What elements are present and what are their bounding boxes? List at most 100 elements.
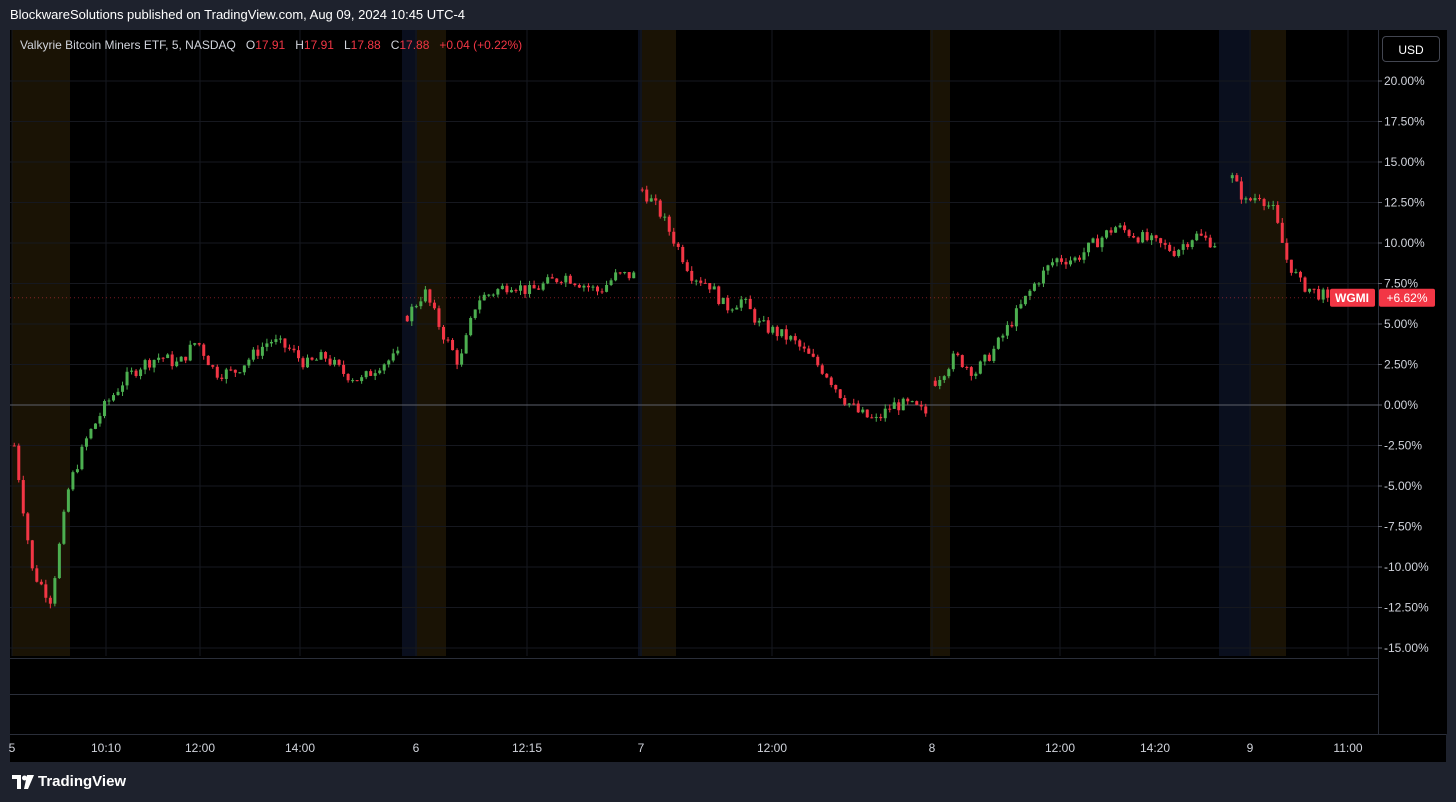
candle-body [12,445,16,447]
session-shade-band [930,30,950,656]
candle-body [1150,235,1154,241]
candle-body [983,354,987,362]
candle-body [260,346,264,356]
candle-body [919,404,923,407]
candle-body [681,246,685,263]
candle-body [586,285,590,288]
candle-body [947,369,951,377]
legend-open-value: 17.91 [255,38,286,52]
candle-body [355,380,359,382]
candle-body [667,216,671,232]
candle-body [432,302,436,309]
candle-body [744,298,748,300]
candle-body [1032,283,1036,291]
candle-body [528,285,532,294]
candle-body [405,315,409,322]
candle-body [382,364,386,371]
candle-body [229,369,233,371]
candle-body [396,350,400,354]
candle-body [1059,258,1063,262]
y-tick-label: 5.00% [1384,317,1418,331]
candle-body [825,373,829,378]
candle-body [487,294,491,296]
y-tick-label: -5.00% [1384,479,1422,493]
candle-body [496,289,500,295]
last-value-label: +6.62% [1386,291,1427,305]
candle-body [419,301,423,307]
candle-body [1285,242,1289,260]
candle-body [694,280,698,282]
candle-body [188,344,192,361]
y-tick-label: 12.50% [1384,196,1425,210]
candle-body [161,357,165,359]
candle-body [730,309,734,311]
candle-body [654,198,658,201]
candle-body [1294,271,1298,273]
candlestick-chart[interactable]: 20.00% 17.50% 15.00% 12.50% 10.00% 7.50% 5.00%… [0,0,1456,802]
candle-body [1258,198,1262,200]
candle-body [721,297,725,305]
candle-body [564,275,568,283]
candle-body [89,428,93,439]
y-tick-label: 15.00% [1384,155,1425,169]
candle-body [541,283,545,290]
candle-body [559,282,563,284]
candle-body [834,385,838,390]
session-shade-band [12,30,70,656]
candle-body [942,376,946,380]
candle-body [748,298,752,310]
candle-body [1248,198,1252,201]
currency-button[interactable]: USD [1382,36,1440,62]
candle-body [605,284,609,292]
x-tick-label: 8 [929,741,936,755]
candle-body [1199,233,1203,236]
x-tick-label: 5 [9,741,16,755]
candle-body [215,366,219,378]
candle-body [283,338,287,348]
candle-body [269,341,273,344]
candle-body [609,280,613,285]
candle-body [577,285,581,288]
candle-body [224,369,228,379]
candle-body [247,359,251,366]
candle-body [523,285,527,294]
candle-body [537,288,541,290]
candle-body [1208,237,1212,248]
tradingview-logo[interactable]: TradingView [12,773,126,790]
candle-body [378,370,382,374]
candle-body [996,337,1000,349]
candle-body [762,320,766,322]
candle-body [220,377,224,379]
candle-body [278,338,282,340]
legend-low-value: 17.88 [350,38,381,52]
candle-body [532,285,536,289]
candle-body [324,352,328,359]
candle-body [152,359,156,368]
candle-body [938,379,942,386]
candle-body [618,272,622,274]
candle-body [148,360,152,368]
candle-body [48,597,52,604]
candle-body [206,355,210,366]
candle-body [663,216,667,218]
candle-body [1141,232,1145,243]
candle-body [1267,205,1271,207]
candle-body [233,369,237,373]
candle-body [116,391,120,396]
x-tick-label: 12:00 [1045,741,1075,755]
candle-body [197,343,201,345]
session-shade-band [1251,30,1286,656]
candle-body [296,350,300,359]
candle-body [843,398,847,405]
session-shade-band [402,30,417,656]
candle-body [591,286,595,288]
candle-body [874,416,878,418]
candle-body [1145,232,1149,241]
candle-body [1010,325,1014,327]
candle-body [333,359,337,365]
candle-body [1159,238,1163,244]
candle-body [369,371,373,376]
candle-body [969,367,973,376]
candle-body [906,398,910,402]
candle-body [1298,271,1302,278]
